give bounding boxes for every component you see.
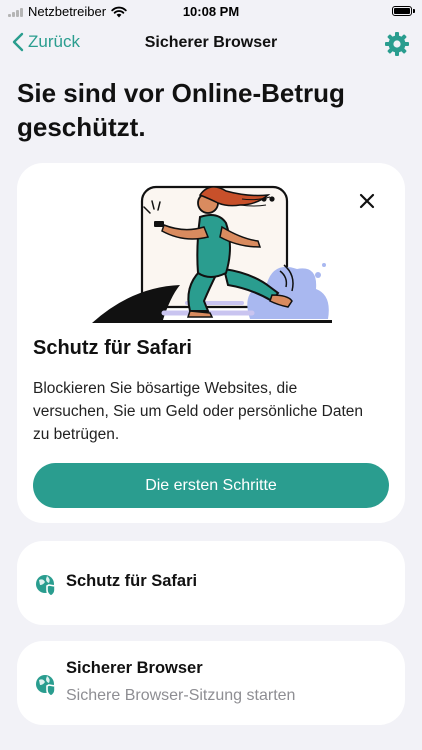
row-title: Schutz für Safari xyxy=(66,572,198,590)
status-time: 10:08 PM xyxy=(182,4,240,19)
nav-title: Sicherer Browser xyxy=(144,34,278,51)
safari-protection-card: Schutz für Safari Blockieren Sie bösarti… xyxy=(17,163,405,523)
globe-shield-icon xyxy=(36,675,56,696)
row-title: Sicherer Browser xyxy=(66,659,203,677)
navigation-bar: Zurück Sicherer Browser xyxy=(0,26,422,62)
card-description: Blockieren Sie bösartige Websites, die v… xyxy=(33,380,363,443)
row-subtitle: Sichere Browser-Sitzung starten xyxy=(66,687,296,704)
close-icon[interactable] xyxy=(359,193,375,209)
status-bar: Netzbetreiber 10:08 PM xyxy=(0,0,422,24)
list-item-secure-browser[interactable]: Sicherer Browser Sichere Browser-Sitzung… xyxy=(17,641,405,725)
get-started-button[interactable]: Die ersten Schritte xyxy=(33,463,389,508)
page-title: Sie sind vor Online-Betrug geschützt. xyxy=(17,78,345,142)
globe-shield-icon xyxy=(36,575,56,596)
list-item-safari-protection[interactable]: Schutz für Safari xyxy=(17,541,405,625)
running-woman-illustration xyxy=(92,185,332,323)
gear-icon[interactable] xyxy=(384,31,410,57)
battery-icon xyxy=(392,6,415,16)
card-title: Schutz für Safari xyxy=(33,337,192,359)
